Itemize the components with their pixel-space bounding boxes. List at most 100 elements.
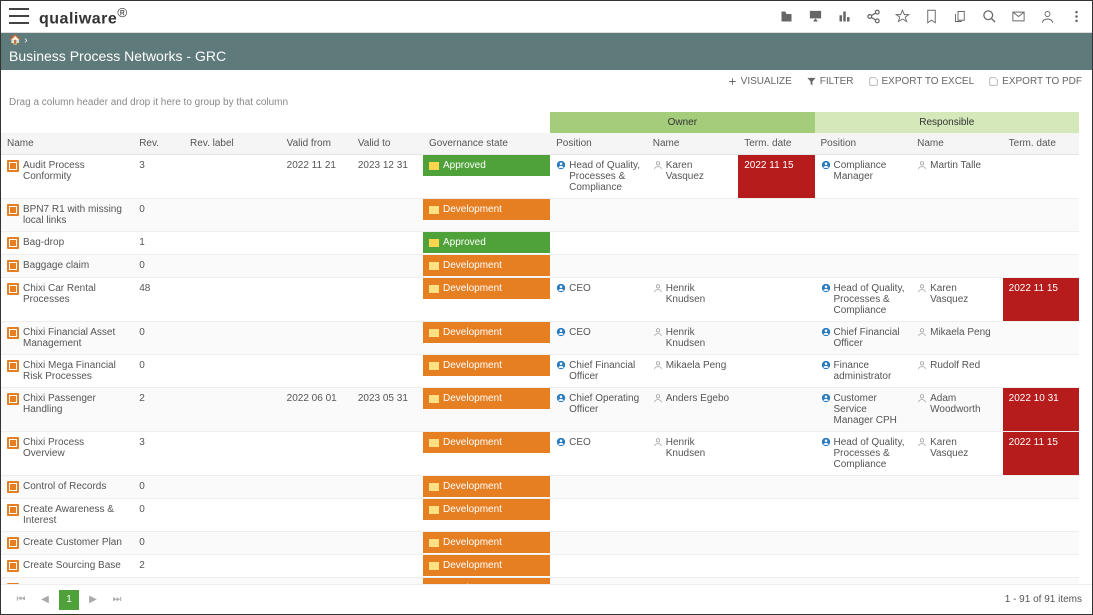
star-icon[interactable] (895, 9, 910, 24)
chart-icon[interactable] (837, 9, 852, 24)
grid-footer: ⏮ ◀ 1 ▶ ⏭ 1 - 91 of 91 items (1, 584, 1092, 614)
table-row[interactable]: Chixi Financial Asset Management0Develop… (1, 322, 1079, 355)
export-excel-button[interactable]: EXPORT TO EXCEL (868, 76, 975, 87)
pager-prev[interactable]: ◀ (35, 590, 55, 610)
row-validfrom (281, 278, 352, 322)
row-validto (352, 499, 423, 532)
row-validto (352, 278, 423, 322)
row-rev: 2 (133, 555, 184, 578)
row-validto (352, 555, 423, 578)
row-name: Create Sourcing Base (23, 560, 121, 571)
table-row[interactable]: Create Customer Plan0Development (1, 532, 1079, 555)
row-owner-name (647, 232, 739, 255)
row-validto (352, 355, 423, 388)
row-state: Development (423, 199, 550, 220)
row-resp-term (1003, 532, 1079, 555)
search-icon[interactable] (982, 9, 997, 24)
copy-icon[interactable] (953, 9, 968, 24)
col-validfrom[interactable]: Valid from (281, 133, 352, 155)
table-row[interactable]: Create Sourcing Base2Development (1, 555, 1079, 578)
diagram-icon (7, 283, 19, 295)
row-resp-name (911, 476, 1003, 499)
row-owner-name (647, 476, 739, 499)
row-revlabel (184, 355, 281, 388)
table-row[interactable]: Control of Records0Development (1, 476, 1079, 499)
table-row[interactable]: Chixi Mega Financial Risk Processes0Deve… (1, 355, 1079, 388)
visualize-button[interactable]: VISUALIZE (727, 76, 792, 87)
col-owner-name[interactable]: Name (647, 133, 739, 155)
row-validto (352, 199, 423, 232)
user-icon[interactable] (1040, 9, 1055, 24)
col-owner-term[interactable]: Term. date (738, 133, 814, 155)
col-govstate[interactable]: Governance state (423, 133, 550, 155)
table-row[interactable]: Baggage claim0Development (1, 255, 1079, 278)
row-rev: 2 (133, 388, 184, 432)
col-validto[interactable]: Valid to (352, 133, 423, 155)
row-validfrom (281, 322, 352, 355)
col-rev[interactable]: Rev. (133, 133, 184, 155)
row-resp-term (1003, 255, 1079, 278)
row-resp-pos (815, 199, 912, 232)
row-resp-name: Martin Talle (911, 155, 1003, 199)
row-resp-name: Karen Vasquez (911, 278, 1003, 322)
data-grid[interactable]: Owner Responsible Name Rev. Rev. label V… (1, 112, 1092, 609)
table-row[interactable]: Chixi Process Overview3DevelopmentCEOHen… (1, 432, 1079, 476)
mail-icon[interactable] (1011, 9, 1026, 24)
row-name: Chixi Car Rental Processes (23, 283, 127, 305)
col-revlabel[interactable]: Rev. label (184, 133, 281, 155)
row-owner-term (738, 532, 814, 555)
row-resp-pos (815, 555, 912, 578)
table-row[interactable]: BPN7 R1 with missing local links0Develop… (1, 199, 1079, 232)
row-validto (352, 432, 423, 476)
breadcrumb[interactable]: 🏠 › (9, 35, 1084, 46)
row-name: Chixi Process Overview (23, 437, 127, 459)
folder-icon[interactable] (779, 9, 794, 24)
col-resp-name[interactable]: Name (911, 133, 1003, 155)
row-validto (352, 322, 423, 355)
row-resp-pos (815, 232, 912, 255)
menu-icon[interactable] (9, 8, 29, 24)
row-revlabel (184, 255, 281, 278)
row-owner-term (738, 255, 814, 278)
row-state: Approved (423, 232, 550, 253)
pager-last[interactable]: ⏭ (107, 590, 127, 610)
col-owner-position[interactable]: Position (550, 133, 647, 155)
group-drop-hint[interactable]: Drag a column header and drop it here to… (1, 93, 1092, 112)
more-icon[interactable] (1069, 9, 1084, 24)
pager-page-1[interactable]: 1 (59, 590, 79, 610)
row-name: Baggage claim (23, 260, 89, 271)
diagram-icon (7, 481, 19, 493)
row-owner-term (738, 278, 814, 322)
presentation-icon[interactable] (808, 9, 823, 24)
col-name[interactable]: Name (1, 133, 133, 155)
row-owner-name: Henrik Knudsen (647, 322, 739, 355)
table-row[interactable]: Audit Process Conformity32022 11 212023 … (1, 155, 1079, 199)
pager-next[interactable]: ▶ (83, 590, 103, 610)
col-resp-term[interactable]: Term. date (1003, 133, 1079, 155)
row-revlabel (184, 199, 281, 232)
row-validfrom: 2022 11 21 (281, 155, 352, 199)
row-owner-name: Henrik Knudsen (647, 278, 739, 322)
table-row[interactable]: Chixi Car Rental Processes48DevelopmentC… (1, 278, 1079, 322)
diagram-icon (7, 437, 19, 449)
row-state: Development (423, 255, 550, 276)
export-pdf-button[interactable]: EXPORT TO PDF (988, 76, 1082, 87)
diagram-icon (7, 360, 19, 372)
row-owner-name: Henrik Knudsen (647, 432, 739, 476)
row-resp-term (1003, 199, 1079, 232)
filter-button[interactable]: FILTER (806, 76, 854, 87)
row-resp-term (1003, 499, 1079, 532)
table-row[interactable]: Chixi Passenger Handling22022 06 012023 … (1, 388, 1079, 432)
col-resp-position[interactable]: Position (815, 133, 912, 155)
state-icon (429, 206, 439, 214)
row-state: Development (423, 476, 550, 497)
table-row[interactable]: Create Awareness & Interest0Development (1, 499, 1079, 532)
row-name: Bag-drop (23, 237, 64, 248)
pager-first[interactable]: ⏮ (11, 590, 31, 610)
bookmark-icon[interactable] (924, 9, 939, 24)
table-row[interactable]: Bag-drop1Approved (1, 232, 1079, 255)
row-owner-pos: Chief Financial Officer (550, 355, 647, 388)
share-icon[interactable] (866, 9, 881, 24)
row-revlabel (184, 476, 281, 499)
row-name: BPN7 R1 with missing local links (23, 204, 127, 226)
